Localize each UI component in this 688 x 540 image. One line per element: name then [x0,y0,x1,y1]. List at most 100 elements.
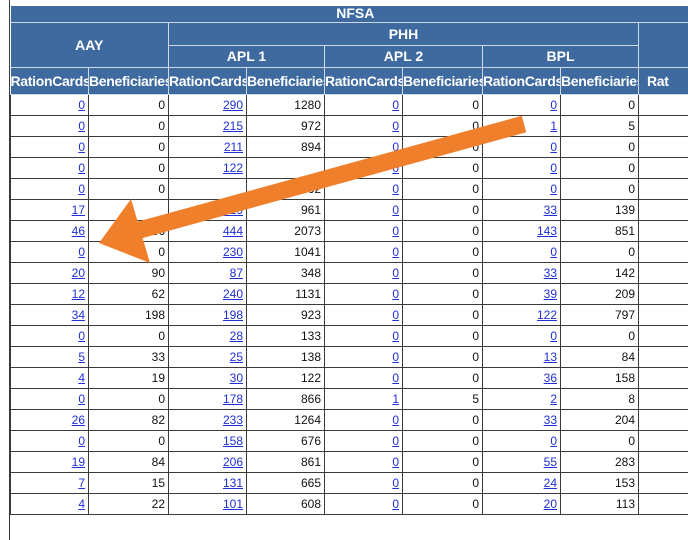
rationcards-link[interactable]: 131 [223,476,243,490]
rationcards-link[interactable]: 0 [78,434,85,448]
cell-bpl-ben: 204 [560,409,639,431]
rationcards-link[interactable]: 33 [544,203,557,217]
rationcards-link[interactable]: 0 [392,245,399,259]
rationcards-link[interactable]: 2 [550,392,557,406]
rationcards-link[interactable]: 0 [392,476,399,490]
rationcards-link[interactable]: 0 [78,98,85,112]
rationcards-link[interactable]: 0 [78,392,85,406]
rationcards-link[interactable]: 33 [544,266,557,280]
rationcards-link[interactable]: 0 [392,497,399,511]
cell-aay-rc: 7 [10,472,89,494]
rationcards-link[interactable]: 0 [550,161,557,175]
rationcards-link[interactable]: 0 [392,224,399,238]
rationcards-link[interactable]: 0 [550,140,557,154]
rationcards-link[interactable]: 25 [230,350,243,364]
rationcards-link[interactable]: 87 [230,266,243,280]
rationcards-link[interactable]: 122 [223,161,243,175]
rationcards-link[interactable]: 19 [72,455,85,469]
rationcards-link[interactable]: 122 [537,308,557,322]
rationcards-link[interactable]: 0 [78,161,85,175]
rationcards-link[interactable]: 0 [392,119,399,133]
cell-partial [638,367,688,389]
rationcards-link[interactable]: 39 [544,287,557,301]
cell-apl2-ben: 0 [402,94,483,116]
rationcards-link[interactable]: 1 [392,392,399,406]
rationcards-link[interactable]: 0 [392,203,399,217]
rationcards-link[interactable]: 0 [550,329,557,343]
rationcards-link[interactable]: 36 [544,371,557,385]
rationcards-link[interactable]: 30 [230,371,243,385]
rationcards-link[interactable]: 5 [78,350,85,364]
cell-partial [638,220,688,242]
rationcards-link[interactable]: 0 [78,245,85,259]
rationcards-link[interactable]: 0 [392,350,399,364]
cell-bpl-ben: 5 [560,115,639,137]
rationcards-link[interactable]: 233 [223,413,243,427]
table-row: 0 0 215 972 0 0 1 5 [10,115,688,137]
rationcards-link[interactable]: 215 [223,119,243,133]
rationcards-link[interactable]: 230 [223,245,243,259]
rationcards-link[interactable]: 0 [550,434,557,448]
rationcards-link[interactable]: 0 [392,329,399,343]
rationcards-link[interactable]: 206 [223,455,243,469]
cell-aay-ben: 0 [88,94,169,116]
rationcards-link[interactable]: 198 [223,308,243,322]
rationcards-link[interactable]: 0 [550,98,557,112]
rationcards-link[interactable]: 0 [392,455,399,469]
rationcards-link[interactable]: 211 [224,140,243,154]
rationcards-link[interactable]: 1 [550,119,557,133]
table-row: 0 0 211 894 0 0 0 0 [10,136,688,158]
cell-apl2-rc: 0 [324,430,403,452]
cell-apl1-rc: 198 [168,304,247,326]
rationcards-link[interactable]: 0 [392,413,399,427]
cell-partial [638,472,688,494]
rationcards-link[interactable]: 4 [78,371,85,385]
rationcards-link[interactable]: 101 [223,497,243,511]
cell-partial [638,241,688,263]
rationcards-link[interactable]: 55 [544,455,557,469]
rationcards-link[interactable]: 0 [78,119,85,133]
rationcards-link[interactable]: 143 [537,224,557,238]
rationcards-link[interactable]: 444 [223,224,243,238]
rationcards-link[interactable]: 20 [544,497,557,511]
rationcards-link[interactable]: 0 [392,98,399,112]
rationcards-link[interactable]: 0 [392,434,399,448]
cell-bpl-ben: 0 [560,241,639,263]
rationcards-link[interactable]: 0 [392,140,399,154]
rationcards-link[interactable]: 0 [392,308,399,322]
table-row: 20 90 87 348 0 0 33 142 [10,262,688,284]
rationcards-link[interactable]: 34 [72,308,85,322]
rationcards-link[interactable]: 4 [78,497,85,511]
cell-apl1-rc: 211 [168,136,247,158]
rationcards-link[interactable]: 0 [392,371,399,385]
rationcards-link[interactable]: 24 [544,476,557,490]
rationcards-link[interactable]: 0 [392,266,399,280]
rationcards-link[interactable]: 46 [72,224,85,238]
rationcards-link[interactable]: 219 [223,203,243,217]
rationcards-link[interactable]: 17 [72,203,85,217]
rationcards-link[interactable]: 0 [392,182,399,196]
rationcards-link[interactable]: 0 [78,329,85,343]
rationcards-link[interactable]: 240 [223,287,243,301]
rationcards-link[interactable]: 0 [392,161,399,175]
rationcards-link[interactable]: 0 [392,287,399,301]
rationcards-link[interactable]: 20 [72,266,85,280]
rationcards-link[interactable]: 178 [223,392,243,406]
rationcards-link[interactable]: 13 [544,350,557,364]
cell-partial [638,115,688,137]
rationcards-link[interactable]: 26 [72,413,85,427]
rationcards-link[interactable]: 7 [78,476,85,490]
rationcards-link[interactable]: 158 [223,434,243,448]
rationcards-link[interactable]: 0 [78,182,85,196]
cell-bpl-ben: 851 [560,220,639,242]
rationcards-link[interactable]: 0 [78,140,85,154]
rationcards-link[interactable]: 290 [223,98,243,112]
rationcards-link[interactable]: 12 [72,287,85,301]
cell-partial [638,157,688,179]
rationcards-link[interactable]: 28 [230,329,243,343]
rationcards-link[interactable]: 0 [550,182,557,196]
rationcards-link[interactable]: 33 [544,413,557,427]
cell-bpl-ben: 139 [560,199,639,221]
cell-partial [638,388,688,410]
rationcards-link[interactable]: 0 [550,245,557,259]
